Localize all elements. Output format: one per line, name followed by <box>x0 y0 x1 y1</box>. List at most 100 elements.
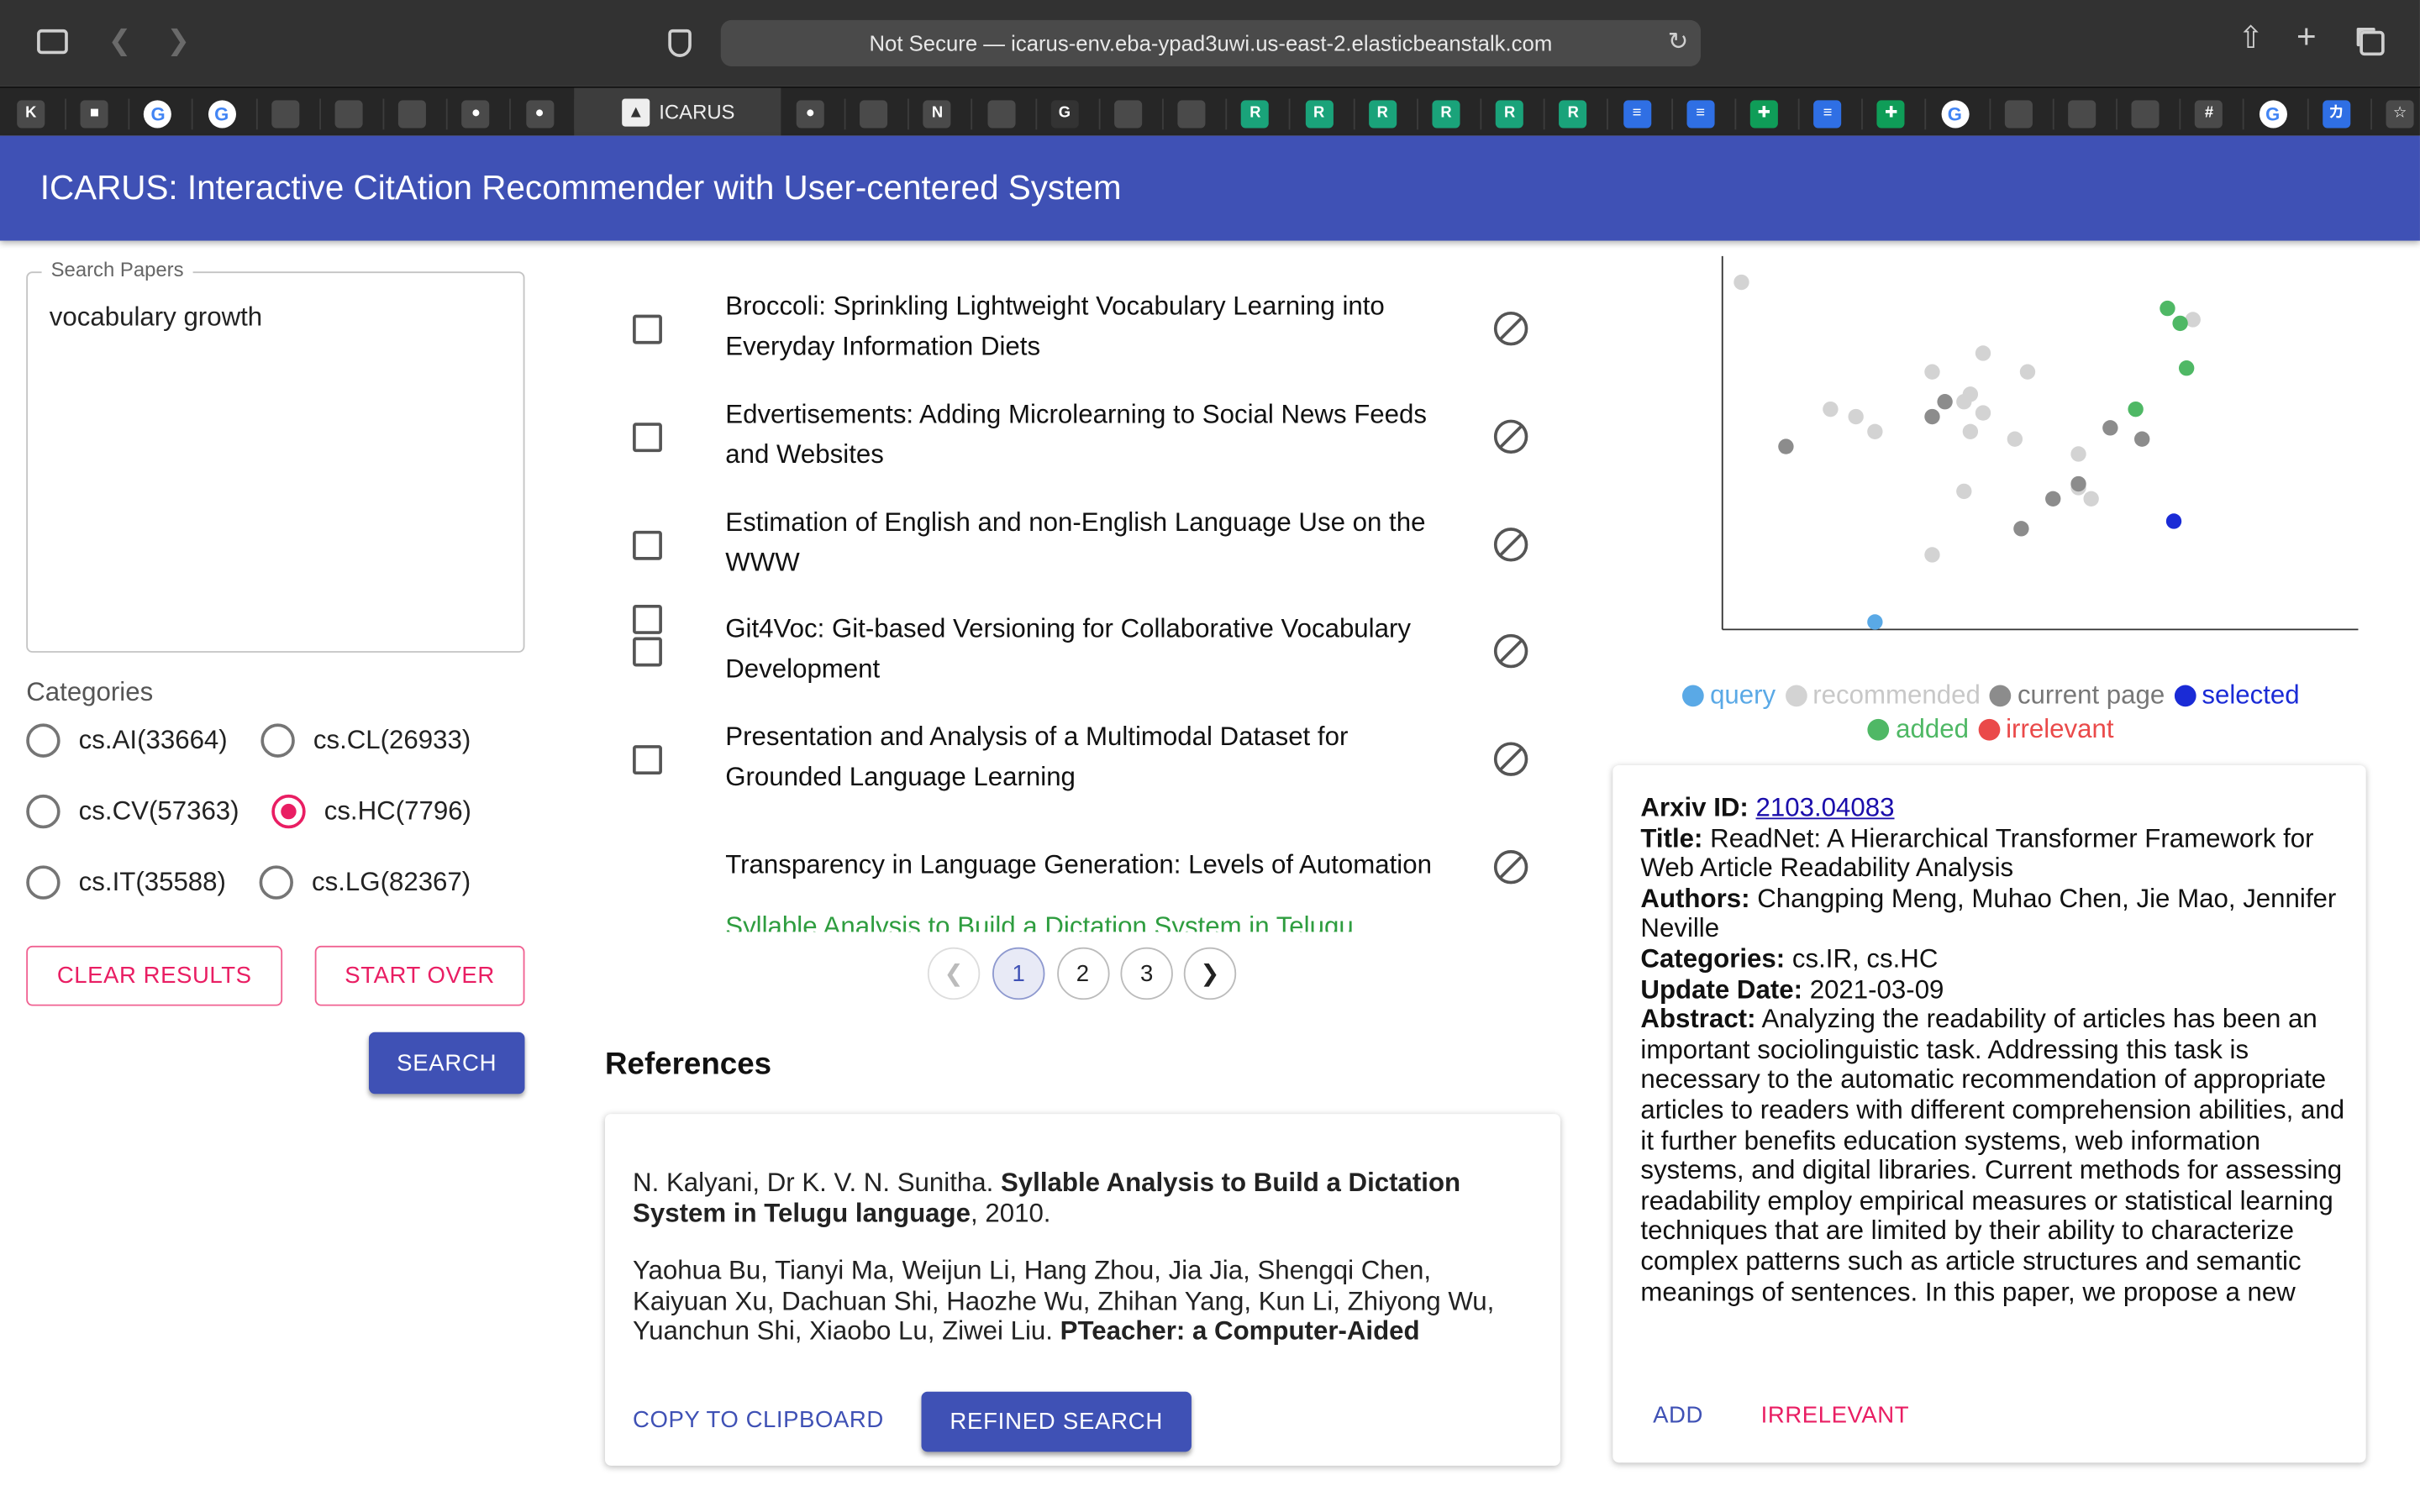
bookmark-google-icon[interactable]: G <box>144 100 172 129</box>
scatter-point-recommended[interactable] <box>2083 491 2099 507</box>
mark-irrelevant-icon[interactable] <box>1493 634 1528 669</box>
radio-circle[interactable] <box>260 723 295 758</box>
bookmark-zoom-icon[interactable]: ■ <box>80 100 108 129</box>
bookmark-rg-icon[interactable]: R <box>1496 100 1524 129</box>
page-button-2[interactable]: 2 <box>1056 947 1109 1000</box>
bookmark-github-icon[interactable]: ● <box>796 100 824 129</box>
address-bar[interactable]: Not Secure — icarus-env.eba-ypad3uwi.us-… <box>720 19 1702 66</box>
irrelevant-button[interactable]: IRRELEVANT <box>1761 1403 1909 1429</box>
bookmark-docs-icon[interactable]: ≡ <box>1623 100 1651 129</box>
result-title[interactable]: Git4Voc: Git-based Versioning for Collab… <box>725 610 1466 690</box>
scatter-point-current[interactable] <box>1778 438 1794 454</box>
arxiv-id-link[interactable]: 2103.04083 <box>1756 793 1895 822</box>
search-input[interactable] <box>49 302 505 333</box>
scatter-point-current[interactable] <box>2045 491 2061 507</box>
scatter-point-recommended[interactable] <box>2007 431 2023 447</box>
add-button[interactable]: ADD <box>1653 1403 1703 1429</box>
prev-page-button[interactable]: ❮ <box>927 947 981 1000</box>
bookmark-cloud-icon[interactable] <box>860 100 888 129</box>
scatter-point-current[interactable] <box>2134 431 2150 447</box>
reload-icon[interactable]: ↻ <box>1668 29 1689 57</box>
category-radio-cs-it[interactable]: cs.IT(35588) <box>26 865 226 900</box>
scatter-point-recommended[interactable] <box>1962 423 1979 439</box>
bookmark-dots-icon[interactable] <box>2068 100 2096 129</box>
bookmark-docs-icon[interactable]: ≡ <box>1813 100 1842 129</box>
forward-icon[interactable]: ❯ <box>166 26 190 54</box>
scatter-point-recommended[interactable] <box>1956 483 1972 500</box>
scatter-point-recommended[interactable] <box>1848 408 1864 425</box>
radio-circle[interactable] <box>26 723 60 758</box>
page-button-3[interactable]: 3 <box>1120 947 1173 1000</box>
bookmark-ruler-icon[interactable] <box>2004 100 2033 129</box>
scatter-point-current[interactable] <box>2102 420 2118 436</box>
result-checkbox[interactable] <box>633 638 662 668</box>
scatter-point-added[interactable] <box>2178 360 2195 376</box>
result-title[interactable]: Broccoli: Sprinkling Lightweight Vocabul… <box>725 287 1466 368</box>
bookmark-hdys-icon[interactable] <box>271 100 299 129</box>
bookmark-rg-icon[interactable]: R <box>1368 100 1397 129</box>
scatter-point-recommended[interactable] <box>1975 405 1991 421</box>
scatter-point-recommended[interactable] <box>1867 423 1883 439</box>
category-radio-cs-lg[interactable]: cs.LG(82367) <box>259 865 471 900</box>
result-title[interactable]: Edvertisements: Adding Microlearning to … <box>725 395 1466 475</box>
tab-overview-icon[interactable] <box>2360 30 2385 56</box>
scatter-point-added[interactable] <box>2128 401 2144 417</box>
next-page-button[interactable]: ❯ <box>1183 947 1237 1000</box>
result-checkbox[interactable] <box>633 604 662 634</box>
scatter-point-recommended[interactable] <box>1733 274 1749 291</box>
refined-search-button[interactable]: REFINED SEARCH <box>921 1391 1192 1452</box>
result-checkbox[interactable] <box>633 422 662 452</box>
scatter-point-recommended[interactable] <box>1924 547 1940 563</box>
mark-irrelevant-icon[interactable] <box>1493 850 1528 885</box>
scatter-point-recommended[interactable] <box>2019 364 2036 380</box>
category-radio-cs-ai[interactable]: cs.AI(33664) <box>26 723 228 758</box>
scatter-point-recommended[interactable] <box>2070 446 2086 462</box>
share-icon[interactable]: ⇧ <box>2238 24 2264 55</box>
partial-result-title[interactable]: Syllable Analysis to Build a Dictation S… <box>725 911 1466 932</box>
copy-to-clipboard-button[interactable]: COPY TO CLIPBOARD <box>633 1407 884 1433</box>
bookmark-google-icon[interactable]: G <box>2259 100 2287 129</box>
embedding-scatter-plot[interactable] <box>1697 247 2376 648</box>
scatter-point-current[interactable] <box>1924 408 1940 425</box>
bookmark-rg-icon[interactable]: R <box>1432 100 1460 129</box>
sidebar-toggle-icon[interactable] <box>37 29 68 55</box>
bookmark-slack-icon[interactable]: # <box>2195 100 2223 129</box>
mark-irrelevant-icon[interactable] <box>1493 419 1528 454</box>
scatter-point-added[interactable] <box>2160 300 2175 317</box>
scatter-point-added[interactable] <box>2172 315 2188 332</box>
bookmark-apple-icon[interactable]: ● <box>461 100 490 129</box>
bookmark-rg-icon[interactable]: R <box>1241 100 1270 129</box>
bookmark-globe-icon[interactable]: ● <box>525 100 554 129</box>
radio-circle[interactable] <box>26 794 60 829</box>
result-title[interactable]: Presentation and Analysis of a Multimoda… <box>725 717 1466 798</box>
page-button-1[interactable]: 1 <box>992 947 1045 1000</box>
bookmark-beer-icon[interactable] <box>1177 100 1206 129</box>
scatter-point-recommended[interactable] <box>1924 364 1940 380</box>
bookmark-figma-icon[interactable] <box>986 100 1015 129</box>
scatter-point-recommended[interactable] <box>1975 345 1991 361</box>
new-tab-icon[interactable]: + <box>2296 19 2317 53</box>
bookmark-chat-icon[interactable] <box>1114 100 1143 129</box>
bookmark-notion-icon[interactable]: N <box>923 100 952 129</box>
radio-circle[interactable] <box>259 865 293 900</box>
radio-circle[interactable] <box>26 865 60 900</box>
radio-circle[interactable] <box>271 794 306 829</box>
result-title[interactable]: Transparency in Language Generation: Lev… <box>725 846 1466 886</box>
bookmark-inbox-icon[interactable] <box>334 100 363 129</box>
bookmark-rg-icon[interactable]: R <box>1305 100 1334 129</box>
result-checkbox[interactable] <box>633 314 662 344</box>
bookmark-outline-icon[interactable]: ≡ <box>1686 100 1715 129</box>
category-radio-cs-cv[interactable]: cs.CV(57363) <box>26 794 239 829</box>
bookmark-google-icon[interactable]: G <box>1940 100 1969 129</box>
scatter-point-query[interactable] <box>1867 614 1883 630</box>
result-title[interactable]: Estimation of English and non-English La… <box>725 502 1466 583</box>
bookmark-sheets-icon[interactable]: ✚ <box>1877 100 1906 129</box>
scatter-point-selected[interactable] <box>2165 513 2182 529</box>
bookmark-google-icon[interactable]: G <box>208 100 236 129</box>
bookmark-g-icon[interactable]: G <box>1050 100 1079 129</box>
category-radio-cs-cl[interactable]: cs.CL(26933) <box>260 723 471 758</box>
start-over-button[interactable]: START OVER <box>314 945 525 1006</box>
scatter-point-current[interactable] <box>1937 394 1953 410</box>
mark-irrelevant-icon[interactable] <box>1493 742 1528 777</box>
clear-results-button[interactable]: CLEAR RESULTS <box>26 945 283 1006</box>
